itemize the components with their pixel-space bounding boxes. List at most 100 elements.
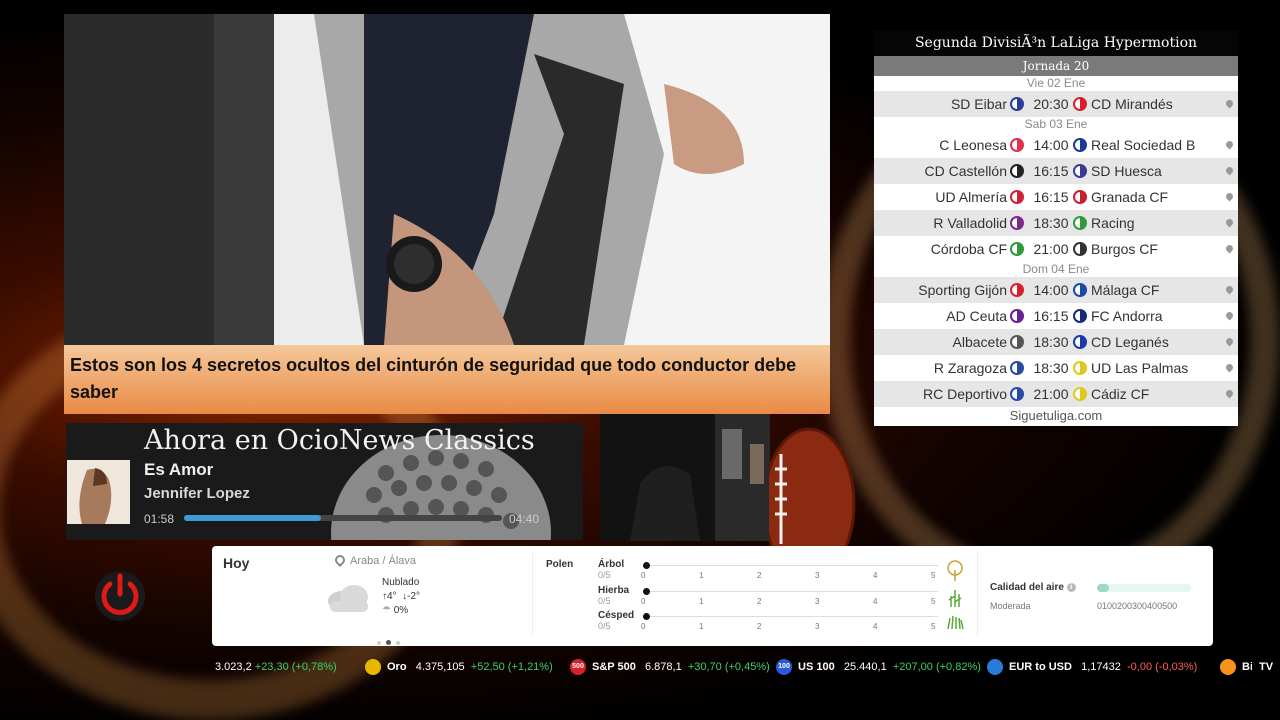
liga-match[interactable]: CD Castellón 16:15 SD Huesca (874, 158, 1238, 184)
tradingview-logo[interactable]: TV (1252, 652, 1280, 682)
away-team: Granada CF (1091, 189, 1169, 205)
carousel-dot[interactable] (396, 641, 400, 645)
home-crest-icon (1010, 164, 1024, 178)
progress-bar[interactable] (184, 515, 502, 521)
liga-match[interactable]: UD Almería 16:15 Granada CF (874, 184, 1238, 210)
liga-footer-link[interactable]: Siguetuliga.com (874, 407, 1238, 424)
news-image[interactable] (64, 14, 830, 345)
location-pin-icon[interactable] (1224, 217, 1235, 228)
away-crest-icon (1073, 242, 1087, 256)
liga-round: Jornada 20 (874, 56, 1238, 76)
home-crest-icon (1010, 138, 1024, 152)
ticker-item[interactable]: EUR to USD 1,17432 -0,00 (-0,03%) (987, 652, 1197, 682)
location-pin-icon[interactable] (1224, 310, 1235, 321)
us100-icon: 100 (776, 659, 792, 676)
match-time: 16:15 (1033, 308, 1069, 324)
home-team: Albacete (952, 334, 1007, 350)
away-crest-icon (1073, 335, 1087, 349)
pollen-track (650, 616, 938, 617)
weather-location[interactable]: Araba / Álava (350, 555, 416, 567)
liga-day: Dom 04 Ene (874, 262, 1238, 277)
carousel-dot-active[interactable] (386, 640, 391, 645)
ticker-price: 3.023,2 (215, 661, 252, 673)
football-image[interactable] (769, 414, 859, 546)
liga-match[interactable]: Sporting Gijón 14:00 Málaga CF (874, 277, 1238, 303)
away-crest-icon (1073, 361, 1087, 375)
ticker-price: 1,17432 (1081, 661, 1121, 673)
info-icon[interactable]: i (1066, 582, 1076, 592)
market-ticker: 3.023,2 +23,30 (+0,78%) Oro 4.375,105 +5… (212, 652, 1280, 682)
time-elapsed: 01:58 (144, 512, 175, 526)
match-time: 16:15 (1033, 189, 1069, 205)
ticker-item[interactable]: 3.023,2 +23,30 (+0,78%) (215, 652, 337, 682)
location-pin-icon[interactable] (1224, 336, 1235, 347)
ticker-item[interactable]: Oro 4.375,105 +52,50 (+1,21%) (365, 652, 553, 682)
liga-match[interactable]: Albacete 18:30 CD Leganés (874, 329, 1238, 355)
away-crest-icon (1073, 138, 1087, 152)
location-pin-icon[interactable] (1224, 362, 1235, 373)
air-quality-bar (1097, 584, 1191, 592)
carousel-dots[interactable] (377, 632, 400, 650)
ticker-price: 4.375,105 (415, 661, 465, 673)
air-quality-title: Calidad del aire i (990, 582, 1076, 593)
away-crest-icon (1073, 164, 1087, 178)
ticker-name: Oro (387, 661, 407, 673)
progress-fill (184, 515, 321, 521)
video-thumbnail[interactable] (600, 414, 770, 541)
location-pin-icon[interactable] (1224, 243, 1235, 254)
match-time: 21:00 (1033, 241, 1069, 257)
news-headline[interactable]: Estos son los 4 secretos ocultos del cin… (64, 345, 830, 414)
pollen-row: Césped 0/5 (598, 610, 943, 634)
match-time: 14:00 (1033, 282, 1069, 298)
pollen-track (650, 591, 938, 592)
away-crest-icon (1073, 216, 1087, 230)
match-time: 16:15 (1033, 163, 1069, 179)
home-crest-icon (1010, 283, 1024, 297)
eurusd-icon (987, 659, 1003, 676)
liga-match[interactable]: SD Eibar 20:30 CD Mirandés (874, 91, 1238, 117)
air-quality-label: Calidad del aire (990, 582, 1064, 593)
location-pin-icon[interactable] (1224, 284, 1235, 295)
arrow-down-icon: ↓ (399, 591, 408, 602)
home-team: CD Castellón (924, 163, 1007, 179)
home-team: AD Ceuta (946, 308, 1007, 324)
liga-match[interactable]: C Leonesa 14:00 Real Sociedad B (874, 132, 1238, 158)
liga-match[interactable]: AD Ceuta 16:15 FC Andorra (874, 303, 1238, 329)
home-crest-icon (1010, 242, 1024, 256)
carousel-dot[interactable] (377, 641, 381, 645)
away-crest-icon (1073, 283, 1087, 297)
gold-icon (365, 659, 381, 676)
pollen-row: Hierba 0/5 (598, 585, 943, 609)
away-team: FC Andorra (1091, 308, 1163, 324)
location-pin-icon[interactable] (1224, 139, 1235, 150)
location-pin-icon (332, 552, 348, 568)
music-header: Ahora en OcioNews Classics (144, 425, 535, 456)
liga-match[interactable]: R Zaragoza 18:30 UD Las Palmas (874, 355, 1238, 381)
match-time: 20:30 (1033, 96, 1069, 112)
temp-min: -2° (407, 591, 421, 602)
precip-value: 0% (393, 605, 409, 616)
ticker-price: 6.878,1 (645, 661, 682, 673)
ticker-item[interactable]: 100 US 100 25.440,1 +207,00 (+0,82%) (776, 652, 981, 682)
music-player: Ahora en OcioNews Classics Es Amor Jenni… (66, 423, 583, 540)
bitcoin-icon (1220, 659, 1236, 676)
away-team: Burgos CF (1091, 241, 1158, 257)
location-pin-icon[interactable] (1224, 388, 1235, 399)
liga-match[interactable]: Córdoba CF 21:00 Burgos CF (874, 236, 1238, 262)
scale-label: 3 (815, 622, 820, 631)
away-crest-icon (1073, 190, 1087, 204)
location-pin-icon[interactable] (1224, 165, 1235, 176)
power-icon[interactable] (94, 570, 146, 622)
temp-max: 4° (387, 591, 397, 602)
ticker-item[interactable]: 500 S&P 500 6.878,1 +30,70 (+0,45%) (570, 652, 770, 682)
home-crest-icon (1010, 97, 1024, 111)
artist-name: Jennifer Lopez (144, 485, 250, 502)
grass-icon (948, 590, 962, 607)
home-team: UD Almería (935, 189, 1007, 205)
location-pin-icon[interactable] (1224, 191, 1235, 202)
liga-match[interactable]: RC Deportivo 21:00 Cádiz CF (874, 381, 1238, 407)
liga-match[interactable]: R Valladolid 18:30 Racing (874, 210, 1238, 236)
liga-day: Sab 03 Ene (874, 117, 1238, 132)
location-pin-icon[interactable] (1224, 98, 1235, 109)
liga-day: Vie 02 Ene (874, 76, 1238, 91)
